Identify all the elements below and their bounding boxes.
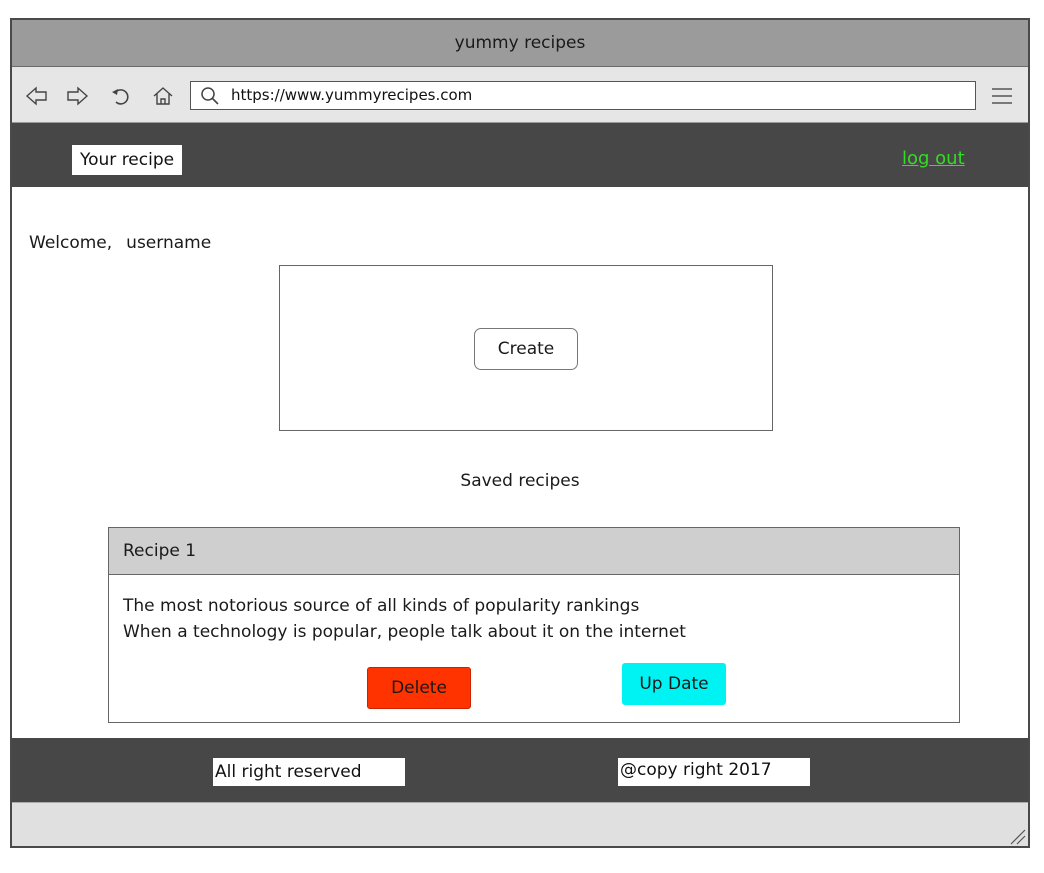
resize-grip-icon[interactable] — [1008, 827, 1026, 845]
recipe-title: Recipe 1 — [123, 541, 197, 561]
status-bar — [12, 802, 1028, 846]
reload-icon[interactable] — [108, 83, 134, 109]
recipe-description-line: The most notorious source of all kinds o… — [123, 596, 640, 616]
update-button[interactable]: Up Date — [622, 663, 726, 705]
recipe-header: Recipe 1 — [109, 528, 959, 575]
recipe-description-line: When a technology is popular, people tal… — [123, 622, 686, 642]
window-title: yummy recipes — [454, 33, 586, 53]
url-text[interactable]: https://www.yummyrecipes.com — [231, 86, 472, 104]
search-icon — [199, 85, 221, 107]
app-header: Your recipe log out — [12, 123, 1028, 187]
footer-copyright: @copy right 2017 — [618, 758, 810, 786]
browser-window: yummy recipes https://www.yummyrecipes.c… — [10, 18, 1030, 848]
recipe-card: Recipe 1 The most notorious source of al… — [108, 527, 960, 723]
window-titlebar: yummy recipes — [12, 20, 1028, 67]
saved-recipes-heading: Saved recipes — [460, 471, 580, 491]
username-label: username — [126, 233, 212, 253]
browser-toolbar: https://www.yummyrecipes.com — [12, 67, 1028, 123]
home-icon[interactable] — [150, 83, 176, 109]
delete-button[interactable]: Delete — [367, 667, 471, 709]
create-panel: Create — [279, 265, 773, 431]
welcome-message: Welcome, username — [29, 233, 211, 253]
forward-icon[interactable] — [64, 83, 90, 109]
welcome-label: Welcome, — [29, 233, 113, 253]
recipe-body: The most notorious source of all kinds o… — [109, 575, 959, 645]
page-footer: All right reserved @copy right 2017 — [12, 738, 1028, 802]
address-bar[interactable]: https://www.yummyrecipes.com — [190, 81, 976, 110]
back-icon[interactable] — [24, 83, 50, 109]
brand-title: Your recipe — [72, 145, 183, 175]
menu-icon[interactable] — [990, 85, 1014, 107]
footer-rights: All right reserved — [213, 758, 405, 786]
create-button[interactable]: Create — [474, 328, 578, 370]
logout-link[interactable]: log out — [902, 148, 965, 169]
